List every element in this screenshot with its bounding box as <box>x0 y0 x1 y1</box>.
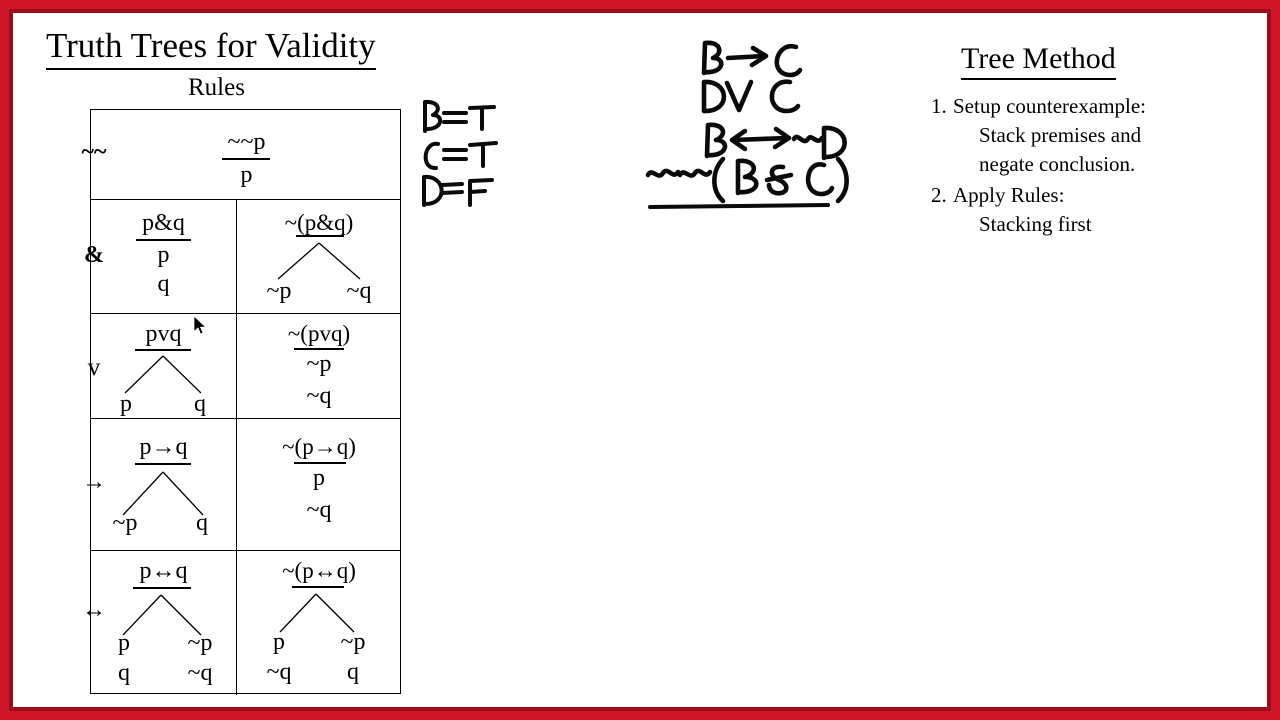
rule-formula: p&q <box>142 210 185 236</box>
slide-root: Truth Trees for Validity Rules ~~ & v → … <box>0 0 1280 720</box>
rule-branch-right-2: ~q <box>187 660 213 686</box>
rule-branch-left-1: ~p <box>112 510 138 536</box>
rule-branch-right-1: q <box>194 391 206 417</box>
rule-formula: ~(pvq) <box>287 321 351 346</box>
rule-branch-fork <box>277 242 361 280</box>
rule-check-bar <box>222 158 270 160</box>
rule-result-2: q <box>157 271 170 297</box>
rule-result-1: p <box>157 242 170 268</box>
rule-cell-conjunction: p&q p q <box>91 199 236 313</box>
rule-formula: ~(p&q) <box>284 210 354 235</box>
rule-formula: ~~p <box>227 129 266 155</box>
rule-cell-conditional: p→q ~p q <box>91 418 236 550</box>
step-number: 1. <box>931 94 947 118</box>
rule-branch-right-1: q <box>196 510 208 536</box>
rule-result-1: p <box>240 162 253 188</box>
rule-result-1: p <box>313 465 325 491</box>
rule-cell-biconditional: p↔q p ~p q ~q <box>91 550 236 695</box>
rules-grid: ~~p p p&q p q ~(p&q) ~p ~q pvq p q ~(pvq… <box>90 109 402 695</box>
tree-method-steps: 1. Setup counterexample: Stack premises … <box>931 92 1231 241</box>
tree-method-title: Tree Method <box>961 41 1116 80</box>
rule-formula: p→q <box>139 434 188 460</box>
rule-check-bar <box>294 348 344 350</box>
rule-branch-left-1: p <box>273 629 285 655</box>
rule-branch-fork <box>279 593 355 633</box>
rule-formula: p↔q <box>139 558 188 584</box>
method-step-2: 2. Apply Rules: Stacking first <box>931 181 1231 239</box>
rule-branch-left-1: p <box>118 630 130 656</box>
rule-cell-negated-disjunction: ~(pvq) ~p ~q <box>236 313 402 418</box>
rule-check-bar <box>136 239 191 241</box>
step-line: Apply Rules: <box>953 183 1065 207</box>
rule-branch-left-1: ~p <box>266 278 292 304</box>
step-line: negate conclusion. <box>979 152 1136 176</box>
step-line: Setup counterexample: <box>953 94 1147 118</box>
rule-branch-right-1: ~p <box>340 629 366 655</box>
slide-canvas: Truth Trees for Validity Rules ~~ & v → … <box>13 13 1267 707</box>
rule-branch-left-2: q <box>118 660 130 686</box>
mouse-pointer-icon <box>194 316 207 335</box>
rule-branch-fork <box>124 355 202 394</box>
rule-result-2: ~q <box>306 497 332 523</box>
rule-branch-right-1: ~q <box>346 278 372 304</box>
rule-check-bar <box>294 462 346 464</box>
step-line: Stack premises and <box>979 123 1142 147</box>
rule-cell-disjunction: pvq p q <box>91 313 236 418</box>
page-title: Truth Trees for Validity <box>46 25 376 70</box>
rule-cell-double-negation: ~~p p <box>91 110 402 199</box>
rule-cell-negated-conjunction: ~(p&q) ~p ~q <box>236 199 402 313</box>
rule-formula: ~(p↔q) <box>282 558 356 583</box>
rule-branch-left-1: p <box>120 391 132 417</box>
step-line: Stacking first <box>979 212 1092 236</box>
rule-formula: ~(p→q) <box>282 434 356 459</box>
method-step-1: 1. Setup counterexample: Stack premises … <box>931 92 1231 179</box>
rules-table: ~~ & v → ↔ ~~p p p&q p q ~(p&q) ~p ~q pv… <box>77 109 401 695</box>
rule-cell-negated-biconditional: ~(p↔q) p ~p ~q q <box>236 550 402 695</box>
rule-branch-left-2: ~q <box>266 659 292 685</box>
handwritten-argument <box>645 40 849 209</box>
rule-branch-right-2: q <box>347 659 359 685</box>
step-number: 2. <box>931 183 947 207</box>
rule-result-2: ~q <box>306 383 332 409</box>
rule-result-1: ~p <box>306 351 332 377</box>
handwritten-valuation <box>422 99 498 207</box>
rule-branch-right-1: ~p <box>187 630 213 656</box>
rule-formula: pvq <box>145 321 182 347</box>
rule-cell-negated-conditional: ~(p→q) p ~q <box>236 418 402 550</box>
rules-heading: Rules <box>188 74 245 101</box>
